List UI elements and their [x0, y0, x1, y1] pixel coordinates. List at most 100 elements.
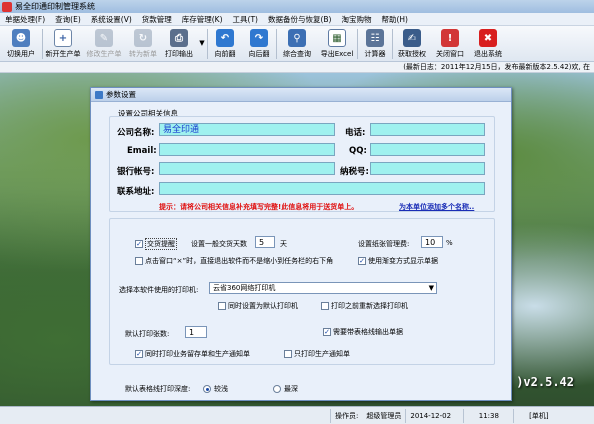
page-prev-button[interactable]: ↶ 向前翻 [208, 26, 242, 62]
status-bar: 操作员: 超级管理员 2014-12-02 11:38 [单机] [0, 406, 594, 424]
percent-label: % [446, 239, 453, 247]
status-date: 2014-12-02 [405, 408, 463, 423]
paper-fee-label: 设置纸张管理费: [358, 240, 410, 248]
info-warning: 提示：请将公司相关信息补充填写完整!此信息将用于送货单上。 [159, 203, 359, 211]
exit-system-button[interactable]: ✖ 退出系统 [469, 26, 507, 62]
checkbox-box [135, 350, 143, 358]
radio-dot [203, 385, 211, 393]
add-names-link[interactable]: 为本单位添加多个名称.. [399, 202, 474, 212]
checkbox-box [218, 302, 226, 310]
delivery-days-label: 设置一般交货天数 [191, 240, 247, 248]
operator-value: 超级管理员 [366, 411, 402, 420]
get-license-button[interactable]: ✍ 获取授权 [393, 26, 431, 62]
toolbar: ☻ 切换用户 + 新开生产单 ✎ 修改生产单 ↻ 转为新单 ⎙ 打印输出 ▼ ↶… [0, 26, 594, 62]
close-icon: ✖ [479, 29, 497, 47]
depth-dark-radio[interactable]: 最深 [273, 384, 298, 394]
delivery-days-input[interactable]: 5 [255, 236, 275, 248]
tax-field[interactable] [370, 162, 485, 175]
printer-select[interactable]: 云省360网络打印机 ▼ [209, 282, 437, 294]
bank-field[interactable] [159, 162, 335, 175]
title-bar: 易全印通印制管理系统 [0, 0, 594, 13]
print-dropdown-button[interactable]: ▼ [197, 26, 207, 62]
print-both-checkbox[interactable]: 同时打印业务留存单和生产通知单 [135, 349, 250, 359]
chevron-down-icon: ▼ [199, 39, 205, 47]
page-next-button[interactable]: ↷ 向后翻 [242, 26, 276, 62]
menu-bar: 单据处理(F) 查询(E) 系统设置(V) 货款管理 库存管理(K) 工具(T)… [0, 13, 594, 26]
delivery-alert-checkbox[interactable]: 交货提醒 [135, 238, 177, 250]
settings-dialog: 参数设置 设置公司相关信息 公司名称: 易全印通 电话: Email: QQ: … [90, 87, 512, 401]
menu-payments[interactable]: 货款管理 [137, 14, 177, 25]
email-field[interactable] [159, 143, 335, 156]
arrow-left-icon: ↶ [216, 29, 234, 47]
tax-label: 纳税号: [340, 167, 369, 177]
qq-field[interactable] [370, 143, 485, 156]
dialog-title: 参数设置 [106, 90, 136, 99]
checkbox-box [358, 257, 366, 265]
address-label: 联系地址: [117, 187, 155, 197]
edit-order-button[interactable]: ✎ 修改生产单 [83, 26, 125, 62]
gradient-checkbox[interactable]: 使用渐变方式显示单据 [358, 256, 438, 266]
default-printer-checkbox[interactable]: 同时设置为默认打印机 [218, 301, 298, 311]
checkbox-box [323, 328, 331, 336]
search-icon: ⚲ [288, 29, 306, 47]
menu-backup[interactable]: 数据备份与恢复(B) [263, 14, 337, 25]
menu-help[interactable]: 帮助(H) [376, 14, 413, 25]
email-label: Email: [127, 146, 157, 156]
table-lines-checkbox[interactable]: 需要带表格线输出单据 [323, 327, 403, 337]
query-button[interactable]: ⚲ 综合查询 [277, 26, 317, 62]
alert-icon: ! [441, 29, 459, 47]
calculator-icon: ☷ [366, 29, 384, 47]
new-order-button[interactable]: + 新开生产单 [43, 26, 83, 62]
company-name-label: 公司名称: [117, 128, 155, 138]
depth-light-radio[interactable]: 较浅 [203, 384, 228, 394]
phone-label: 电话: [345, 128, 366, 138]
operator-label: 操作员: [330, 408, 362, 423]
phone-field[interactable] [370, 123, 485, 136]
company-name-field[interactable]: 易全印通 [159, 123, 335, 136]
edit-document-icon: ✎ [95, 29, 113, 47]
user-icon: ☻ [12, 29, 30, 47]
bank-label: 银行帐号: [117, 167, 155, 177]
status-time: 11:38 [463, 408, 513, 423]
menu-inventory[interactable]: 库存管理(K) [177, 14, 228, 25]
convert-icon: ↻ [134, 29, 152, 47]
checkbox-box [284, 350, 292, 358]
reselect-printer-checkbox[interactable]: 打印之前重新选择打印机 [321, 301, 408, 311]
print-output-button[interactable]: ⎙ 打印输出 [161, 26, 197, 62]
switch-user-button[interactable]: ☻ 切换用户 [0, 26, 42, 62]
print-notice-only-checkbox[interactable]: 只打印生产通知单 [284, 349, 350, 359]
app-icon [2, 1, 12, 12]
menu-settings[interactable]: 系统设置(V) [86, 14, 137, 25]
menu-tools[interactable]: 工具(T) [228, 14, 263, 25]
spreadsheet-icon: ▦ [328, 29, 346, 47]
calculator-button[interactable]: ☷ 计算器 [358, 26, 392, 62]
qq-label: QQ: [349, 146, 367, 156]
menu-taobao[interactable]: 淘宝购物 [336, 14, 376, 25]
status-mode: [单机] [513, 408, 563, 423]
checkbox-box [135, 240, 143, 248]
copies-input[interactable]: 1 [185, 326, 207, 338]
radio-dot [273, 385, 281, 393]
dialog-icon [95, 90, 103, 99]
chevron-down-icon: ▼ [428, 284, 434, 292]
new-document-icon: + [54, 29, 72, 47]
close-window-button[interactable]: ! 关闭窗口 [431, 26, 469, 62]
update-notice: (最新日志：2011年12月15日，发布最新版本2.5.42)欢, 在 [0, 62, 594, 73]
menu-documents[interactable]: 单据处理(F) [0, 14, 50, 25]
checkbox-box [321, 302, 329, 310]
window-title: 易全印通印制管理系统 [15, 2, 95, 11]
version-label: )v2.5.42 [516, 375, 574, 389]
address-field[interactable] [159, 182, 485, 195]
paper-fee-input[interactable]: 10 [421, 236, 443, 248]
license-icon: ✍ [403, 29, 421, 47]
copies-label: 默认打印张数: [125, 330, 170, 338]
convert-order-button[interactable]: ↻ 转为新单 [125, 26, 161, 62]
close-exit-checkbox[interactable]: 点击窗口“×”时，直接退出软件而不是缩小到任务栏的右下角 [135, 256, 333, 266]
printer-label: 选择本软件使用的打印机: [119, 286, 199, 294]
arrow-right-icon: ↷ [250, 29, 268, 47]
depth-label: 默认表格线打印深度: [125, 385, 191, 393]
menu-query[interactable]: 查询(E) [50, 14, 86, 25]
export-excel-button[interactable]: ▦ 导出Excel [317, 26, 357, 62]
checkbox-box [135, 257, 143, 265]
printer-icon: ⎙ [170, 29, 188, 47]
